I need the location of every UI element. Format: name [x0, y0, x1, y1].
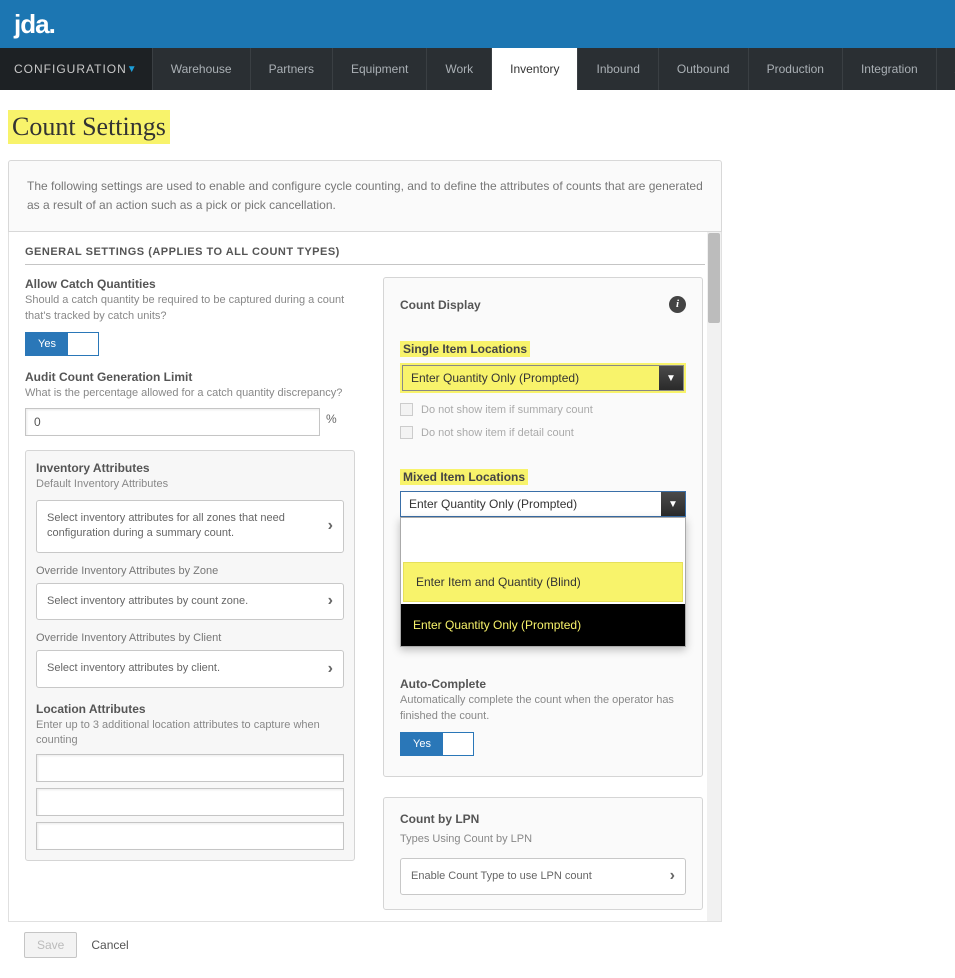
lpn-title: Count by LPN [400, 812, 686, 826]
inv-attr-title: Inventory Attributes [36, 461, 344, 475]
checkbox-icon [400, 426, 413, 439]
count-by-lpn-card: Count by LPN Types Using Count by LPN En… [383, 797, 703, 910]
audit-title: Audit Count Generation Limit [25, 370, 355, 384]
catch-hint: Should a catch quantity be required to b… [25, 293, 355, 324]
chevron-right-icon: › [328, 515, 333, 537]
single-item-dropdown[interactable]: Enter Quantity Only (Prompted) ▼ [400, 363, 686, 393]
loc-attr-input-1[interactable] [36, 754, 344, 782]
dropdown-option-blank[interactable] [401, 518, 685, 560]
page-content: Count Settings The following settings ar… [0, 90, 730, 978]
lpn-nav-text: Enable Count Type to use LPN count [411, 870, 592, 882]
override-zone-nav[interactable]: Select inventory attributes by count zon… [36, 583, 344, 620]
single-item-value: Enter Quantity Only (Prompted) [403, 366, 659, 390]
catch-toggle[interactable]: Yes [25, 332, 99, 356]
page-title: Count Settings [8, 110, 170, 144]
right-column: Count Display i Single Item Locations En… [383, 277, 703, 910]
toggle-off [443, 733, 473, 755]
loc-attr-title: Location Attributes [36, 702, 344, 716]
field-audit-limit: Audit Count Generation Limit What is the… [25, 370, 355, 435]
dropdown-arrow-icon: ▼ [127, 64, 138, 75]
field-allow-catch: Allow Catch Quantities Should a catch qu… [25, 277, 355, 356]
override-client-nav[interactable]: Select inventory attributes by client. › [36, 650, 344, 687]
cancel-button[interactable]: Cancel [91, 938, 128, 952]
tab-advanced[interactable]: Advanced [937, 48, 955, 90]
left-column: Allow Catch Quantities Should a catch qu… [25, 277, 355, 910]
audit-input[interactable] [25, 408, 320, 436]
chevron-right-icon: › [328, 590, 333, 612]
loc-attr-hint: Enter up to 3 additional location attrib… [36, 718, 344, 749]
dropdown-option-prompted[interactable]: Enter Quantity Only (Prompted) [401, 604, 685, 646]
tab-partners[interactable]: Partners [251, 48, 333, 90]
checkbox-icon [400, 403, 413, 416]
configuration-menu[interactable]: CONFIGURATION ▼ [0, 48, 153, 90]
mixed-item-label: Mixed Item Locations [400, 469, 528, 485]
cb-summary-row[interactable]: Do not show item if summary count [400, 403, 686, 416]
nav-bar: CONFIGURATION ▼ Warehouse Partners Equip… [0, 48, 955, 90]
tab-production[interactable]: Production [749, 48, 843, 90]
tab-warehouse[interactable]: Warehouse [153, 48, 251, 90]
lpn-sub: Types Using Count by LPN [400, 832, 686, 847]
top-banner: jda. [0, 0, 955, 48]
lpn-nav[interactable]: Enable Count Type to use LPN count › [400, 858, 686, 895]
inv-attr-sub: Default Inventory Attributes [36, 477, 344, 492]
count-display-card: Count Display i Single Item Locations En… [383, 277, 703, 777]
tab-work[interactable]: Work [427, 48, 492, 90]
dropdown-option-blind[interactable]: Enter Item and Quantity (Blind) [403, 562, 683, 602]
mixed-item-dropdown-list: Enter Item and Quantity (Blind) Enter Qu… [400, 517, 686, 647]
tab-inventory[interactable]: Inventory [492, 48, 578, 90]
save-button[interactable]: Save [24, 932, 77, 958]
override-client-text: Select inventory attributes by client. [47, 662, 220, 674]
count-display-title: Count Display [400, 298, 481, 312]
dropdown-arrow-icon: ▼ [661, 492, 685, 516]
loc-attr-input-3[interactable] [36, 822, 344, 850]
inv-attr-default-nav[interactable]: Select inventory attributes for all zone… [36, 500, 344, 553]
mixed-item-dropdown[interactable]: Enter Quantity Only (Prompted) ▼ Enter I… [400, 491, 686, 517]
dropdown-arrow-icon: ▼ [659, 366, 683, 390]
cb-summary-label: Do not show item if summary count [421, 404, 593, 416]
tab-outbound[interactable]: Outbound [659, 48, 749, 90]
chevron-right-icon: › [328, 658, 333, 680]
catch-title: Allow Catch Quantities [25, 277, 355, 291]
toggle-yes: Yes [401, 733, 443, 755]
settings-scroll-area: GENERAL SETTINGS (APPLIES TO ALL COUNT T… [8, 232, 722, 922]
mixed-item-value: Enter Quantity Only (Prompted) [401, 492, 661, 516]
footer-buttons: Save Cancel [8, 922, 722, 968]
inv-attr-nav-text: Select inventory attributes for all zone… [47, 512, 285, 539]
section-general-header: GENERAL SETTINGS (APPLIES TO ALL COUNT T… [25, 246, 705, 265]
single-item-label: Single Item Locations [400, 341, 530, 357]
nav-tabs: Warehouse Partners Equipment Work Invent… [153, 48, 955, 90]
chevron-right-icon: › [670, 865, 675, 887]
configuration-label: CONFIGURATION [14, 62, 127, 76]
tab-equipment[interactable]: Equipment [333, 48, 427, 90]
auto-complete-hint: Automatically complete the count when th… [400, 693, 686, 724]
override-zone-label: Override Inventory Attributes by Zone [36, 565, 344, 577]
page-description: The following settings are used to enabl… [8, 160, 722, 232]
audit-hint: What is the percentage allowed for a cat… [25, 386, 355, 401]
inventory-attributes-panel: Inventory Attributes Default Inventory A… [25, 450, 355, 862]
tab-integration[interactable]: Integration [843, 48, 937, 90]
scrollbar[interactable] [707, 232, 721, 921]
toggle-yes: Yes [26, 333, 68, 355]
auto-complete-title: Auto-Complete [400, 677, 686, 691]
override-zone-text: Select inventory attributes by count zon… [47, 595, 248, 607]
cb-detail-label: Do not show item if detail count [421, 427, 574, 439]
loc-attr-input-2[interactable] [36, 788, 344, 816]
override-client-label: Override Inventory Attributes by Client [36, 632, 344, 644]
auto-complete-toggle[interactable]: Yes [400, 732, 474, 756]
logo: jda. [14, 9, 55, 40]
percent-label: % [326, 412, 337, 426]
info-icon[interactable]: i [669, 296, 686, 313]
toggle-off [68, 333, 98, 355]
tab-inbound[interactable]: Inbound [578, 48, 658, 90]
cb-detail-row[interactable]: Do not show item if detail count [400, 426, 686, 439]
scrollbar-thumb[interactable] [708, 233, 720, 323]
